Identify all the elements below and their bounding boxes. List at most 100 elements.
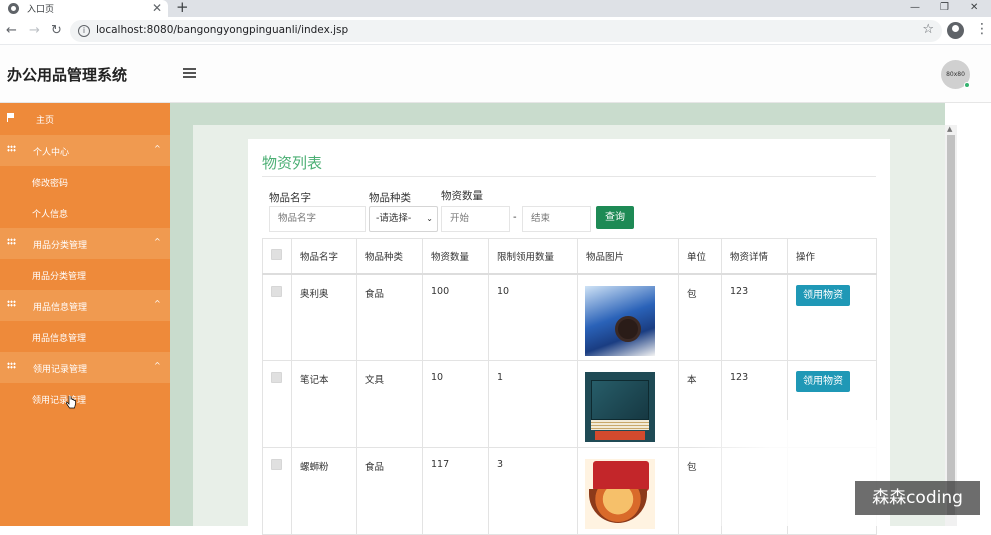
cell-name: 奥利奥: [291, 273, 357, 361]
sidebar-item-personal-info[interactable]: 个人信息: [0, 197, 170, 228]
scrollbar[interactable]: ▲: [945, 125, 957, 526]
sidebar-group-usage-records[interactable]: 领用记录管理 ^: [0, 352, 170, 383]
sidebar-item-supply-info[interactable]: 用品信息管理: [0, 321, 170, 352]
receive-supply-button[interactable]: 领用物资: [796, 284, 850, 306]
cell-qty: 100: [422, 273, 489, 361]
cell-name: 笔记本: [291, 360, 357, 448]
globe-icon: [8, 3, 19, 14]
sidebar-item-home[interactable]: 主页: [0, 103, 170, 134]
close-window-button[interactable]: ✕: [970, 1, 978, 15]
column-header: 操作: [787, 238, 877, 274]
cell-detail: 123: [721, 273, 788, 361]
cell-type: 食品: [356, 273, 423, 361]
cell-unit: 本: [678, 360, 722, 448]
profile-icon[interactable]: [947, 22, 964, 39]
app-title: 办公用品管理系统: [7, 66, 128, 84]
cell-action: 领用物资: [787, 360, 877, 448]
avatar[interactable]: 80x80: [941, 60, 970, 89]
column-header: 单位: [678, 238, 722, 274]
app-header: 办公用品管理系统 80x80: [0, 45, 991, 103]
name-filter-label: 物品名字: [269, 192, 311, 204]
qty-end-input[interactable]: 结束: [522, 206, 591, 232]
cell-type: 文具: [356, 360, 423, 448]
row-checkbox[interactable]: [271, 285, 282, 297]
supply-list-panel: 物资列表 物品名字 物品名字 物品种类 -请选择- ⌄ 物资数量 开始 - 结束…: [248, 139, 890, 535]
divider: [262, 176, 876, 177]
select-all-cell[interactable]: [262, 238, 292, 274]
browser-menu-icon[interactable]: ⋮: [975, 21, 989, 37]
sidebar-item-label: 领用记录管理: [32, 396, 87, 406]
sidebar-item-label: 用品分类管理: [32, 272, 87, 282]
scrollbar-thumb[interactable]: [947, 135, 955, 515]
reload-icon[interactable]: ↻: [51, 23, 62, 39]
browser-tabstrip: 入口页 ✕ + — ❐ ✕: [0, 0, 991, 17]
tab-title: 入口页: [27, 5, 55, 15]
avatar-text: 80x80: [946, 71, 965, 78]
flag-icon: [7, 113, 15, 125]
cell-type: 食品: [356, 447, 423, 535]
qty-start-input[interactable]: 开始: [441, 206, 510, 232]
column-header: 物资详情: [721, 238, 788, 274]
column-header[interactable]: 物品种类: [356, 238, 423, 274]
tab-close-icon[interactable]: ✕: [152, 0, 162, 16]
grid-icon: [7, 300, 16, 310]
page-title: 物资列表: [262, 154, 323, 172]
cell-limit: 10: [488, 273, 578, 361]
row-select-cell[interactable]: [262, 447, 292, 535]
cell-detail: 123: [721, 360, 788, 448]
url-text[interactable]: localhost:8080/bangongyongpinguanli/inde…: [96, 24, 348, 36]
search-button[interactable]: 查询: [596, 206, 634, 229]
cell-unit: 包: [678, 273, 722, 361]
sidebar-group-category-management[interactable]: 用品分类管理 ^: [0, 228, 170, 259]
restore-button[interactable]: ❐: [940, 1, 949, 15]
browser-tab[interactable]: 入口页 ✕: [0, 0, 168, 17]
cell-unit: 包: [678, 447, 722, 535]
name-filter-input[interactable]: 物品名字: [269, 206, 366, 232]
forward-arrow-icon[interactable]: →: [29, 23, 40, 39]
back-arrow-icon[interactable]: ←: [6, 23, 17, 39]
browser-toolbar: ← → ↻ i localhost:8080/bangongyongpingua…: [0, 17, 991, 45]
table-row: 螺蛳粉 食品 117 3 包: [262, 447, 877, 535]
caret-up-icon: ^: [154, 144, 161, 153]
sidebar-item-label: 个人中心: [33, 148, 70, 158]
hamburger-menu-icon[interactable]: [183, 68, 196, 78]
row-checkbox[interactable]: [271, 459, 282, 470]
row-select-cell[interactable]: [262, 360, 292, 448]
product-image-notebook: [585, 372, 655, 442]
caret-up-icon: ^: [154, 361, 161, 370]
sidebar-item-category-management[interactable]: 用品分类管理: [0, 259, 170, 290]
qty-filter-label: 物资数量: [441, 190, 483, 202]
column-header: 物品图片: [577, 238, 679, 274]
grid-icon: [7, 238, 16, 248]
minimize-button[interactable]: —: [910, 1, 920, 15]
cell-image: [577, 273, 679, 361]
info-icon[interactable]: i: [78, 25, 90, 37]
row-select-cell[interactable]: [262, 273, 292, 361]
row-checkbox[interactable]: [271, 372, 282, 383]
grid-icon: [7, 145, 16, 155]
receive-supply-button[interactable]: 领用物资: [796, 371, 850, 392]
sidebar: 主页 个人中心 ^ 修改密码 个人信息 用品分类管理 ^ 用品分类管理 用品信息…: [0, 103, 170, 526]
sidebar-group-personal-center[interactable]: 个人中心 ^: [0, 135, 170, 166]
new-tab-button[interactable]: +: [176, 0, 189, 16]
hand-cursor-icon: [66, 396, 76, 409]
online-status-dot: [964, 82, 970, 88]
sidebar-item-change-password[interactable]: 修改密码: [0, 166, 170, 197]
cell-name: 螺蛳粉: [291, 447, 357, 535]
scroll-up-icon[interactable]: ▲: [947, 125, 952, 133]
grid-icon: [7, 362, 16, 372]
sidebar-item-label: 用品信息管理: [33, 303, 88, 313]
sidebar-group-supply-info[interactable]: 用品信息管理 ^: [0, 290, 170, 321]
sidebar-item-label: 用品信息管理: [32, 334, 87, 344]
sidebar-item-usage-records[interactable]: 领用记录管理: [0, 383, 170, 414]
type-filter-selected: -请选择-: [376, 213, 412, 224]
column-header[interactable]: 物品名字: [291, 238, 357, 274]
select-all-checkbox[interactable]: [271, 248, 282, 260]
column-header[interactable]: 物资数量: [422, 238, 489, 274]
bookmark-star-icon[interactable]: ☆: [922, 22, 934, 38]
sidebar-item-label: 修改密码: [32, 179, 69, 189]
type-filter-select[interactable]: -请选择- ⌄: [369, 206, 438, 232]
address-bar[interactable]: i localhost:8080/bangongyongpinguanli/in…: [70, 20, 942, 42]
column-header[interactable]: 限制领用数量: [488, 238, 578, 274]
table-row: 笔记本 文具 10 1 本 123 领用物资: [262, 360, 877, 448]
